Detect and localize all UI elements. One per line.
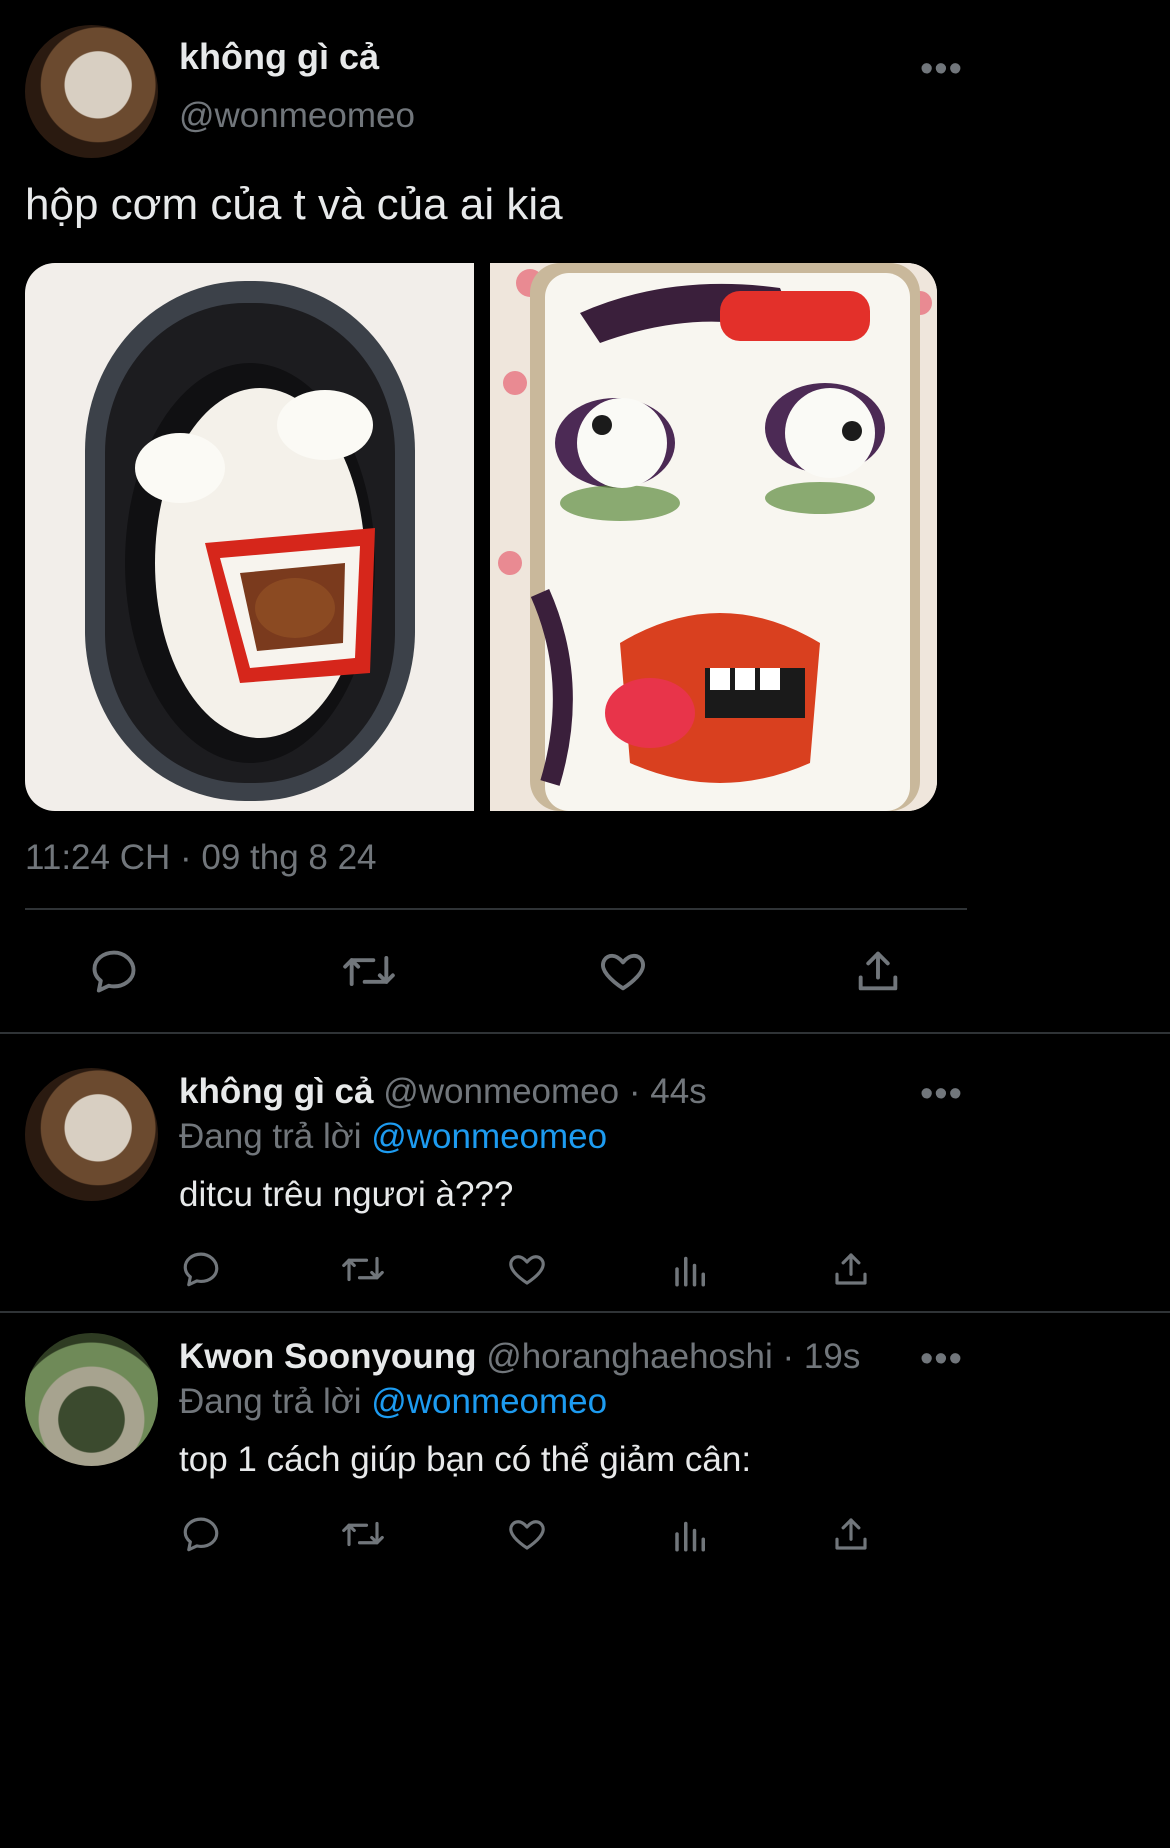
- analytics-icon[interactable]: [670, 1248, 712, 1290]
- retweet-icon[interactable]: [340, 1513, 386, 1555]
- avatar[interactable]: [25, 25, 158, 158]
- divider: [0, 1032, 1170, 1034]
- share-icon[interactable]: [830, 1248, 872, 1290]
- divider: [0, 1311, 1170, 1313]
- user-handle[interactable]: @horanghaehoshi: [486, 1337, 773, 1376]
- reply-time[interactable]: · 19s: [783, 1337, 861, 1376]
- like-icon[interactable]: [506, 1513, 548, 1555]
- divider: [25, 908, 967, 910]
- share-icon[interactable]: [852, 945, 904, 997]
- tweet-image-1[interactable]: [25, 263, 474, 811]
- replying-to: Đang trả lời @wonmeomeo: [179, 1382, 607, 1422]
- analytics-icon[interactable]: [670, 1513, 712, 1555]
- share-icon[interactable]: [830, 1513, 872, 1555]
- reply-icon[interactable]: [88, 945, 140, 997]
- retweet-icon[interactable]: [340, 945, 398, 997]
- more-options-icon[interactable]: •••: [920, 1075, 963, 1113]
- retweet-icon[interactable]: [340, 1248, 386, 1290]
- reply-text: ditcu trêu ngươi à???: [179, 1175, 514, 1214]
- more-options-icon[interactable]: •••: [920, 1340, 963, 1378]
- tweet-timestamp[interactable]: 11:24 CH · 09 thg 8 24: [25, 838, 377, 878]
- replying-prefix: Đang trả lời: [179, 1117, 362, 1156]
- like-icon[interactable]: [597, 945, 649, 997]
- bento-rice-face-image: [490, 263, 937, 811]
- user-handle[interactable]: @wonmeomeo: [179, 96, 415, 136]
- avatar[interactable]: [25, 1068, 158, 1201]
- reply-header: không gì cả @wonmeomeo · 44s: [179, 1072, 707, 1112]
- reply-time[interactable]: · 44s: [629, 1072, 707, 1111]
- tweet-text: hộp cơm của t và của ai kia: [25, 180, 563, 229]
- reply-header: Kwon Soonyoung @horanghaehoshi · 19s: [179, 1337, 860, 1377]
- more-options-icon[interactable]: •••: [920, 50, 963, 88]
- replying-to: Đang trả lời @wonmeomeo: [179, 1117, 607, 1157]
- replying-prefix: Đang trả lời: [179, 1382, 362, 1421]
- display-name[interactable]: không gì cả: [179, 36, 379, 78]
- avatar[interactable]: [25, 1333, 158, 1466]
- display-name[interactable]: Kwon Soonyoung: [179, 1337, 476, 1376]
- user-handle[interactable]: @wonmeomeo: [383, 1072, 619, 1111]
- display-name[interactable]: không gì cả: [179, 1072, 373, 1111]
- reply-icon[interactable]: [180, 1248, 222, 1290]
- replying-to-handle[interactable]: @wonmeomeo: [371, 1117, 607, 1156]
- reply-text: top 1 cách giúp bạn có thể giảm cân:: [179, 1440, 752, 1479]
- like-icon[interactable]: [506, 1248, 548, 1290]
- reply-icon[interactable]: [180, 1513, 222, 1555]
- bento-rice-face-image: [85, 281, 415, 801]
- tweet-image-2[interactable]: [490, 263, 937, 811]
- replying-to-handle[interactable]: @wonmeomeo: [371, 1382, 607, 1421]
